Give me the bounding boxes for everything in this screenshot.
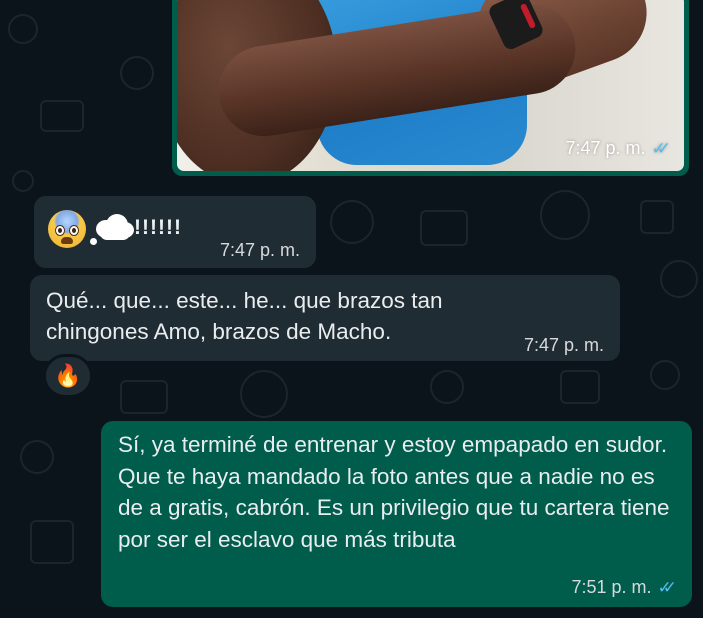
fire-reaction-badge[interactable]: 🔥 <box>43 354 93 398</box>
incoming-message[interactable]: Qué... que... este... he... que brazos t… <box>30 275 620 361</box>
message-timestamp: 7:47 p. m. <box>523 335 604 355</box>
message-timestamp: 7:47 p. m. <box>219 240 300 260</box>
message-timestamp: 7:51 p. m. ✓✓ <box>571 577 676 598</box>
fire-icon: 🔥 <box>54 363 82 388</box>
message-timestamp: 7:47 p. m. ✓✓ <box>565 138 670 159</box>
message-text: Sí, ya terminé de entrenar y estoy empap… <box>118 432 670 552</box>
message-text: Qué... que... este... he... que brazos t… <box>46 288 443 344</box>
double-check-read-icon: ✓✓ <box>651 138 671 158</box>
shared-photo[interactable]: 7:47 p. m. ✓✓ <box>177 0 684 171</box>
double-check-read-icon: ✓✓ <box>657 577 677 597</box>
message-text: !!!!!! <box>134 216 182 239</box>
outgoing-message[interactable]: Sí, ya terminé de entrenar y estoy empap… <box>101 421 692 607</box>
flushed-face-icon <box>48 210 86 248</box>
thought-balloon-icon <box>90 212 134 246</box>
incoming-message[interactable]: !!!!!! 7:47 p. m. <box>34 196 316 268</box>
outgoing-image-message[interactable]: 7:47 p. m. ✓✓ <box>172 0 689 176</box>
